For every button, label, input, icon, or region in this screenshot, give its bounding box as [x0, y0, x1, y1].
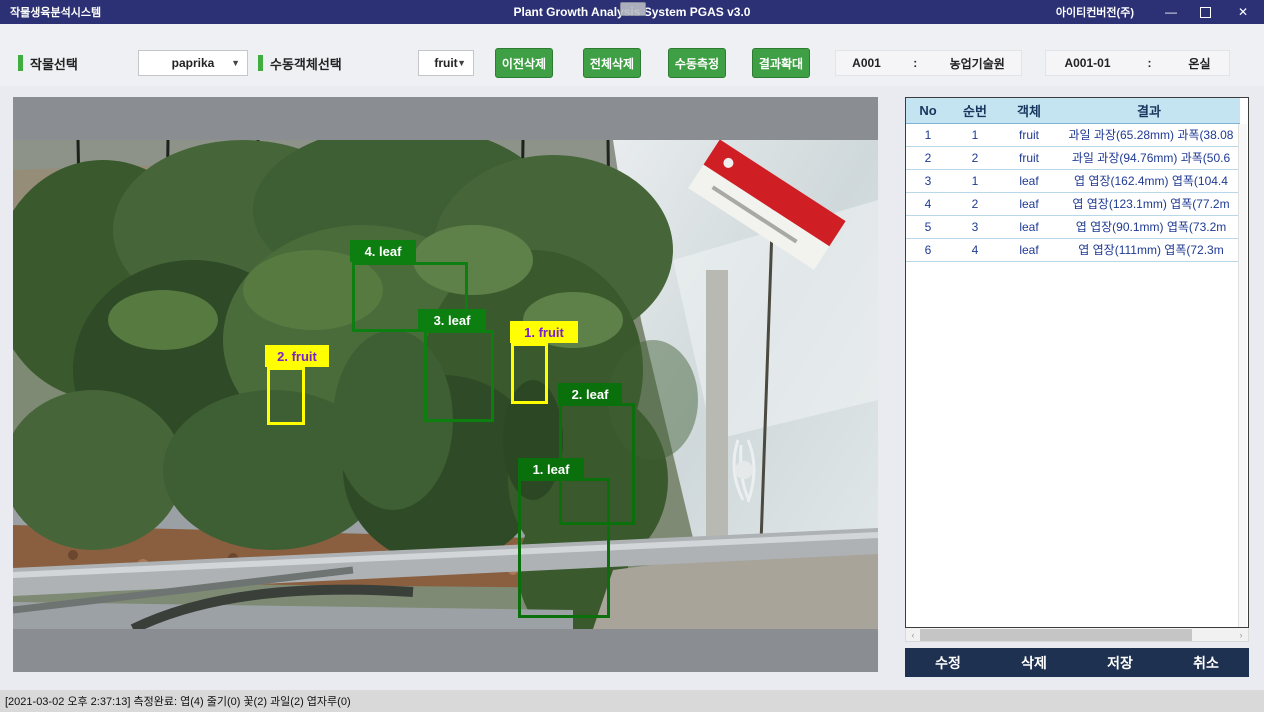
- all-delete-button[interactable]: 전체삭제: [583, 48, 641, 78]
- results-panel: No순번객체결과 1 1 fruit 과일 과장(65.28mm) 과폭(38.…: [905, 97, 1249, 677]
- cell-object: fruit: [1000, 123, 1058, 146]
- cell-result: 엽 엽장(90.1mm) 엽폭(73.2m: [1058, 215, 1240, 238]
- maximize-icon: [1200, 7, 1211, 18]
- status-bar: [2021-03-02 오후 2:37:13] 측정완료: 엽(4) 줄기(0)…: [0, 690, 1264, 712]
- cell-result: 과일 과장(94.76mm) 과폭(50.6: [1058, 146, 1240, 169]
- annotation-overlay: 4. leaf 3. leaf 1. fruit 2. fruit 2. leaf 1. …: [13, 97, 878, 672]
- cancel-button[interactable]: 취소: [1163, 648, 1249, 677]
- annotation-label-4-leaf[interactable]: 4. leaf: [350, 240, 416, 262]
- site-code-box: A001 : 농업기술원: [835, 50, 1022, 76]
- app-title: 작물생육분석시스템: [0, 4, 101, 20]
- annotation-label-1-fruit[interactable]: 1. fruit: [510, 321, 578, 343]
- room-code: A001-01: [1064, 56, 1110, 70]
- manual-measure-button[interactable]: 수동측정: [668, 48, 726, 78]
- site-code: A001: [852, 56, 881, 70]
- annotation-box-leaf[interactable]: [518, 478, 610, 618]
- maximize-button[interactable]: [1188, 0, 1222, 24]
- results-column-header[interactable]: 순번: [950, 98, 1000, 123]
- object-select-value: fruit: [434, 56, 457, 70]
- table-row[interactable]: 6 4 leaf 엽 엽장(111mm) 엽폭(72.3m: [906, 238, 1240, 261]
- title-bar: 작물생육분석시스템 Plant Growth Analysis System P…: [0, 0, 1264, 24]
- crop-select-label: 작물선택: [18, 50, 78, 76]
- room-code-box: A001-01 : 온실: [1045, 50, 1230, 76]
- cell-result: 과일 과장(65.28mm) 과폭(38.08: [1058, 123, 1240, 146]
- results-column-header[interactable]: No: [906, 98, 950, 123]
- manual-object-label: 수동객체선택: [258, 50, 342, 76]
- results-table: No순번객체결과 1 1 fruit 과일 과장(65.28mm) 과폭(38.…: [905, 97, 1249, 628]
- object-select-dropdown[interactable]: fruit ▼: [418, 50, 474, 76]
- annotation-box-fruit[interactable]: [511, 343, 548, 404]
- table-row[interactable]: 4 2 leaf 엽 엽장(123.1mm) 엽폭(77.2m: [906, 192, 1240, 215]
- annotation-box-leaf[interactable]: [424, 330, 494, 422]
- cell-no: 1: [906, 123, 950, 146]
- company-label: 아이티컨버전(주): [1056, 4, 1134, 20]
- chevron-down-icon: ▼: [231, 58, 240, 68]
- scroll-left-icon[interactable]: ‹: [906, 629, 920, 641]
- annotation-label-2-fruit[interactable]: 2. fruit: [265, 345, 329, 367]
- table-row[interactable]: 1 1 fruit 과일 과장(65.28mm) 과폭(38.08: [906, 123, 1240, 146]
- cell-seq: 2: [950, 146, 1000, 169]
- scroll-right-icon[interactable]: ›: [1234, 629, 1248, 641]
- cell-object: fruit: [1000, 146, 1058, 169]
- action-bar: 수정 삭제 저장 취소: [905, 648, 1249, 677]
- cell-result: 엽 엽장(111mm) 엽폭(72.3m: [1058, 238, 1240, 261]
- cell-result: 엽 엽장(162.4mm) 엽폭(104.4: [1058, 169, 1240, 192]
- cell-object: leaf: [1000, 169, 1058, 192]
- room-name: 온실: [1188, 55, 1210, 72]
- vertical-scrollbar[interactable]: [1238, 124, 1247, 628]
- site-colon: :: [913, 56, 917, 70]
- annotation-label-3-leaf[interactable]: 3. leaf: [418, 309, 486, 331]
- cell-seq: 2: [950, 192, 1000, 215]
- photo-viewer: 4. leaf 3. leaf 1. fruit 2. fruit 2. leaf 1. …: [13, 97, 878, 672]
- horizontal-scrollbar: ‹ ›: [905, 628, 1249, 642]
- table-row[interactable]: 5 3 leaf 엽 엽장(90.1mm) 엽폭(73.2m: [906, 215, 1240, 238]
- edit-button[interactable]: 수정: [905, 648, 991, 677]
- site-name: 농업기술원: [950, 55, 1005, 72]
- green-accent-icon: [258, 55, 263, 71]
- cell-object: leaf: [1000, 215, 1058, 238]
- results-header-row: No순번객체결과: [906, 98, 1240, 123]
- cell-result: 엽 엽장(123.1mm) 엽폭(77.2m: [1058, 192, 1240, 215]
- green-accent-icon: [18, 55, 23, 71]
- cell-no: 4: [906, 192, 950, 215]
- chevron-down-icon: ▼: [457, 58, 466, 68]
- cell-no: 6: [906, 238, 950, 261]
- minimize-button[interactable]: —: [1154, 0, 1188, 24]
- table-row[interactable]: 2 2 fruit 과일 과장(94.76mm) 과폭(50.6: [906, 146, 1240, 169]
- crop-select-dropdown[interactable]: paprika ▼: [138, 50, 248, 76]
- delete-button[interactable]: 삭제: [991, 648, 1077, 677]
- annotation-box-fruit[interactable]: [267, 367, 305, 425]
- cell-no: 3: [906, 169, 950, 192]
- scrollbar-thumb[interactable]: [920, 629, 1192, 641]
- cell-object: leaf: [1000, 238, 1058, 261]
- cell-seq: 4: [950, 238, 1000, 261]
- annotation-label-1-leaf[interactable]: 1. leaf: [518, 458, 584, 480]
- toolbar: 작물선택 paprika ▼ 수동객체선택 fruit ▼ 이전삭제 전체삭제 …: [0, 24, 1264, 86]
- close-button[interactable]: ✕: [1226, 0, 1260, 24]
- annotation-label-2-leaf[interactable]: 2. leaf: [558, 383, 622, 405]
- prev-delete-button[interactable]: 이전삭제: [495, 48, 553, 78]
- result-zoom-button[interactable]: 결과확대: [752, 48, 810, 78]
- cell-no: 2: [906, 146, 950, 169]
- save-button[interactable]: 저장: [1077, 648, 1163, 677]
- cell-seq: 1: [950, 123, 1000, 146]
- cell-seq: 1: [950, 169, 1000, 192]
- cell-seq: 3: [950, 215, 1000, 238]
- table-row[interactable]: 3 1 leaf 엽 엽장(162.4mm) 엽폭(104.4: [906, 169, 1240, 192]
- status-text: [2021-03-02 오후 2:37:13] 측정완료: 엽(4) 줄기(0)…: [5, 693, 351, 709]
- results-column-header[interactable]: 객체: [1000, 98, 1058, 123]
- cell-object: leaf: [1000, 192, 1058, 215]
- room-colon: :: [1147, 56, 1151, 70]
- crop-select-value: paprika: [172, 56, 215, 70]
- window-preview-icon: [620, 2, 646, 16]
- results-column-header[interactable]: 결과: [1058, 98, 1240, 123]
- cell-no: 5: [906, 215, 950, 238]
